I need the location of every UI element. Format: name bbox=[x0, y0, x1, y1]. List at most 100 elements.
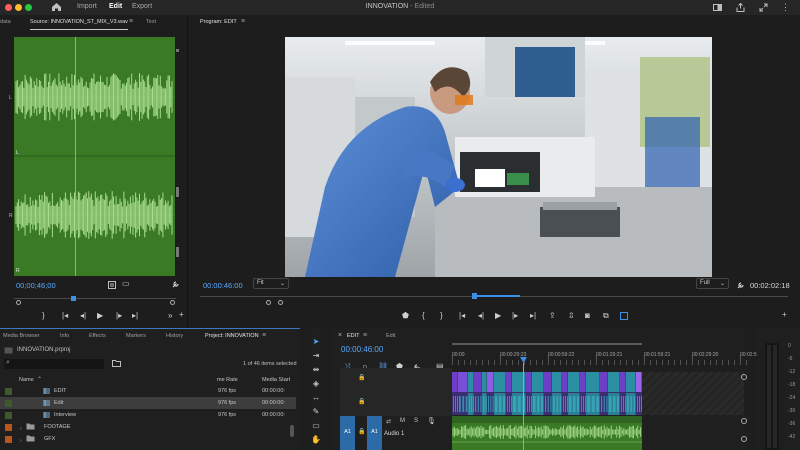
program-zoom-left-handle[interactable] bbox=[266, 300, 271, 305]
source-patch-a1[interactable]: A1 bbox=[340, 416, 355, 450]
comparison-view-icon[interactable]: ⧉ bbox=[603, 311, 609, 321]
source-play-icon[interactable]: ▶ bbox=[97, 311, 103, 320]
tab-info[interactable]: Info bbox=[60, 333, 69, 339]
mute-button[interactable]: M bbox=[400, 418, 405, 424]
source-scrub-handle[interactable] bbox=[71, 296, 76, 301]
home-icon[interactable] bbox=[51, 2, 62, 12]
project-item-edit[interactable]: EDIT 976 fps 00:00:00: bbox=[0, 385, 296, 397]
quality-dropdown[interactable]: Full ⌄ bbox=[696, 278, 729, 289]
go-to-out-icon[interactable]: ▸| bbox=[530, 311, 536, 320]
minimize-window-button[interactable] bbox=[15, 4, 22, 11]
more-icon[interactable]: ⋮ bbox=[781, 2, 790, 13]
pen-tool-icon[interactable]: ✎ bbox=[311, 407, 321, 417]
source-export-frame-icon[interactable]: ▭ bbox=[122, 279, 130, 288]
project-panel-menu-icon[interactable]: ≡ bbox=[262, 332, 266, 339]
close-window-button[interactable] bbox=[5, 4, 12, 11]
source-panel-menu-icon[interactable]: ≡ bbox=[129, 18, 133, 29]
export-frame-icon[interactable]: ◙ bbox=[585, 311, 590, 320]
hand-tool-icon[interactable]: ✋ bbox=[311, 435, 321, 445]
source-playhead[interactable] bbox=[75, 37, 76, 276]
tab-program[interactable]: Program: EDIT bbox=[200, 19, 237, 30]
project-item-footage[interactable]: › FOOTAGE bbox=[0, 421, 296, 433]
label-color-swatch[interactable] bbox=[5, 388, 12, 395]
project-item-edit[interactable]: Edit 976 fps 00:00:00: bbox=[0, 397, 296, 409]
lift-icon[interactable]: ⇪ bbox=[549, 311, 556, 320]
project-item-interview[interactable]: Interview 976 fps 00:00:00: bbox=[0, 409, 296, 421]
menu-import[interactable]: Import bbox=[77, 3, 97, 10]
safe-margins-icon[interactable] bbox=[620, 312, 628, 320]
project-item-gfx[interactable]: › GFX bbox=[0, 433, 296, 445]
program-scrub-bar[interactable] bbox=[200, 293, 788, 299]
go-to-in-icon[interactable]: |◂ bbox=[459, 311, 465, 320]
source-waveform[interactable] bbox=[14, 37, 175, 276]
go-to-out-icon[interactable]: ▸| bbox=[132, 311, 138, 320]
program-zoom-right-handle[interactable] bbox=[278, 300, 283, 305]
razor-tool-icon[interactable]: ◈ bbox=[311, 379, 321, 389]
program-add-button[interactable]: + bbox=[782, 310, 787, 319]
label-color-swatch[interactable] bbox=[5, 436, 12, 443]
close-sequence-icon[interactable]: × bbox=[338, 332, 342, 339]
zoom-window-button[interactable] bbox=[25, 4, 32, 11]
step-forward-icon[interactable]: |▸ bbox=[512, 311, 518, 320]
tab-markers[interactable]: Markers bbox=[126, 333, 146, 339]
program-panel-menu-icon[interactable]: ≡ bbox=[241, 18, 245, 29]
track-target-a1[interactable]: A1 bbox=[367, 416, 382, 450]
tab-sequence-edit[interactable]: EDIT bbox=[347, 333, 360, 339]
ripple-edit-tool-icon[interactable]: ⇹ bbox=[311, 365, 321, 375]
add-marker-icon[interactable]: ⬟ bbox=[402, 311, 409, 320]
rectangle-tool-icon[interactable]: ▭ bbox=[311, 421, 321, 431]
go-to-in-icon[interactable]: |◂ bbox=[62, 311, 68, 320]
label-color-swatch[interactable] bbox=[5, 400, 12, 407]
label-color-swatch[interactable] bbox=[5, 412, 12, 419]
source-wrench-icon[interactable] bbox=[172, 280, 180, 288]
timeline-timecode[interactable]: 00:00:46:00 bbox=[341, 345, 383, 354]
tab-effects[interactable]: Effects bbox=[89, 333, 106, 339]
column-frame-rate[interactable]: me Rate bbox=[217, 377, 238, 383]
microphone-icon[interactable]: 🎙 bbox=[427, 417, 436, 425]
selection-tool-icon[interactable]: ➤ bbox=[311, 337, 321, 347]
program-play-icon[interactable]: ▶ bbox=[495, 311, 501, 320]
tab-media-browser[interactable]: Media Browser bbox=[3, 333, 40, 339]
sync-lock-icon[interactable]: ⇄ bbox=[386, 418, 391, 425]
audio-clip[interactable] bbox=[452, 416, 642, 450]
program-wrench-icon[interactable] bbox=[737, 281, 745, 289]
menu-export[interactable]: Export bbox=[132, 3, 152, 10]
mark-out-icon[interactable]: } bbox=[440, 311, 443, 320]
column-media-start[interactable]: Media Start bbox=[262, 377, 290, 383]
fit-dropdown[interactable]: Fit ⌄ bbox=[253, 278, 289, 289]
tab-text[interactable]: Text bbox=[146, 19, 156, 30]
column-name[interactable]: Name bbox=[19, 377, 34, 383]
sort-ascending-icon[interactable]: ⌃ bbox=[37, 376, 42, 383]
source-scrollbar[interactable] bbox=[176, 37, 179, 276]
resize-icon[interactable] bbox=[759, 3, 768, 12]
program-video-frame[interactable] bbox=[285, 37, 712, 277]
label-color-swatch[interactable] bbox=[5, 424, 12, 431]
step-back-icon[interactable]: ◂| bbox=[478, 311, 484, 320]
program-scrub-handle[interactable] bbox=[472, 293, 477, 299]
track-zoom-handle[interactable] bbox=[741, 374, 747, 380]
project-search-input[interactable]: ⌕ bbox=[4, 359, 104, 369]
source-settings-icon[interactable] bbox=[108, 281, 116, 289]
lock-icon[interactable]: 🔒 bbox=[358, 374, 365, 381]
program-timecode[interactable]: 00:00:46:00 bbox=[203, 281, 243, 290]
source-scrub-bar[interactable] bbox=[14, 296, 176, 301]
source-add-button[interactable]: + bbox=[179, 310, 184, 319]
timeline-panel-menu-icon[interactable]: ≡ bbox=[363, 332, 367, 339]
tab-project[interactable]: Project: INNOVATION bbox=[205, 333, 259, 339]
track-select-tool-icon[interactable]: ⇥ bbox=[311, 351, 321, 361]
extract-icon[interactable]: ⇫ bbox=[568, 311, 575, 320]
mark-in-icon[interactable]: } bbox=[42, 311, 45, 320]
tab-source[interactable]: Source: INNOVATION_ST_MIX_V3.wav bbox=[30, 19, 128, 30]
menu-edit[interactable]: Edit bbox=[109, 3, 122, 10]
slip-tool-icon[interactable]: ↔ bbox=[311, 393, 321, 403]
source-zoom-left-handle[interactable] bbox=[16, 300, 21, 305]
tab-sequence-edit-2[interactable]: Edit bbox=[386, 333, 395, 339]
new-bin-icon[interactable] bbox=[112, 359, 121, 367]
step-forward-icon[interactable]: |▸ bbox=[116, 311, 122, 320]
video-clips[interactable] bbox=[452, 372, 642, 415]
timeline-playhead[interactable] bbox=[523, 363, 524, 450]
track-zoom-handle[interactable] bbox=[741, 418, 747, 424]
tab-metadata[interactable]: data bbox=[0, 19, 11, 30]
step-back-icon[interactable]: ◂| bbox=[80, 311, 86, 320]
mark-in-icon[interactable]: { bbox=[422, 311, 425, 320]
